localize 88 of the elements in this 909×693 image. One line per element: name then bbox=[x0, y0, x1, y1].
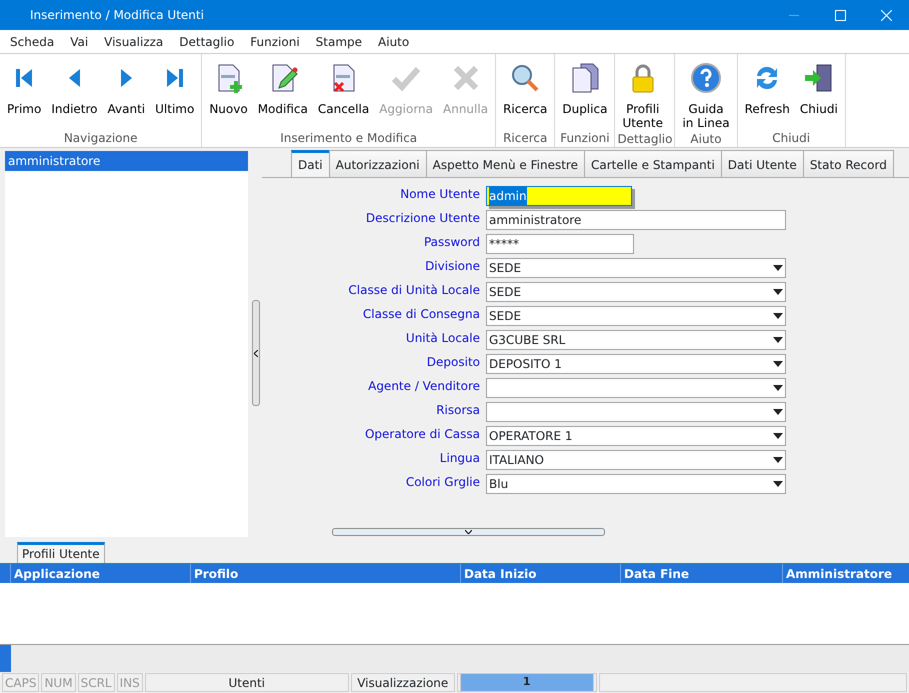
splitter-handle[interactable] bbox=[332, 528, 605, 536]
field-label: Unità Locale bbox=[404, 330, 480, 347]
menu-item[interactable]: Dettaglio bbox=[171, 32, 242, 50]
dropdown[interactable]: SEDE bbox=[486, 306, 786, 326]
toolbar-button[interactable]: Duplica bbox=[557, 54, 612, 129]
field-label: Classe di Consegna bbox=[362, 306, 480, 323]
tab[interactable]: Cartelle e Stampanti bbox=[584, 150, 722, 177]
group-label: Aiuto bbox=[689, 131, 723, 148]
dropdown-arrow-icon bbox=[773, 289, 783, 295]
toolbar-button[interactable]: Chiudi bbox=[794, 54, 843, 129]
tab[interactable]: Dati Utente bbox=[720, 150, 804, 177]
dropdown[interactable]: OPERATORE 1 bbox=[486, 426, 786, 446]
toolbar-button[interactable]: Refresh bbox=[740, 54, 795, 129]
tab[interactable]: Stato Record bbox=[802, 150, 894, 177]
dropdown-arrow-icon bbox=[773, 337, 783, 343]
toolbar-button[interactable]: Ricerca bbox=[498, 54, 552, 129]
dropdown[interactable] bbox=[486, 402, 786, 422]
status-indicator: NUM bbox=[41, 673, 76, 692]
status-indicator: CAPS bbox=[2, 673, 40, 692]
tab[interactable]: Aspetto Menù e Finestre bbox=[426, 150, 585, 177]
close-icon[interactable] bbox=[880, 10, 892, 20]
group-label: Funzioni bbox=[559, 130, 611, 147]
group-label: Ricerca bbox=[502, 130, 548, 147]
last-icon bbox=[166, 69, 183, 87]
previous-icon bbox=[68, 69, 80, 87]
status-text: Visualizzazione bbox=[350, 673, 455, 692]
toolbar-button[interactable]: Avanti bbox=[102, 54, 150, 129]
dropdown[interactable] bbox=[486, 378, 786, 398]
dropdown[interactable]: SEDE bbox=[486, 282, 786, 302]
group-label: Inserimento e Modifica bbox=[279, 130, 418, 147]
field-label: Divisione bbox=[424, 258, 480, 275]
status-indicator: INS bbox=[116, 673, 143, 692]
toolbar-button[interactable]: Primo bbox=[2, 54, 46, 129]
menu-item[interactable]: Funzioni bbox=[242, 32, 308, 50]
field-label: Operatore di Cassa bbox=[364, 426, 480, 443]
status-indicator: SCRL bbox=[78, 673, 115, 692]
window-title: Inserimento / Modifica Utenti bbox=[30, 7, 205, 24]
dropdown[interactable]: Blu bbox=[486, 474, 786, 494]
dropdown-arrow-icon bbox=[773, 481, 783, 487]
text-field[interactable]: admin bbox=[486, 186, 632, 206]
field-label: Agente / Venditore bbox=[367, 378, 480, 395]
dropdown[interactable]: DEPOSITO 1 bbox=[486, 354, 786, 374]
first-icon bbox=[16, 69, 32, 87]
maximize-icon[interactable] bbox=[834, 10, 846, 20]
field-label: Risorsa bbox=[435, 402, 480, 419]
tab[interactable]: Dati bbox=[291, 150, 330, 177]
dropdown-arrow-icon bbox=[773, 265, 783, 271]
dropdown-arrow-icon bbox=[773, 457, 783, 463]
field-label: Password bbox=[422, 234, 480, 251]
field-label: Nome Utente bbox=[399, 186, 480, 203]
tab[interactable]: Autorizzazioni bbox=[328, 150, 427, 177]
menu-item[interactable]: Aiuto bbox=[370, 32, 418, 50]
toolbar-button[interactable]: Ultimo bbox=[150, 54, 200, 129]
toolbar-button[interactable]: Guida in Linea bbox=[677, 54, 735, 130]
menu-item[interactable]: Stampe bbox=[308, 32, 370, 50]
dropdown[interactable]: SEDE bbox=[486, 258, 786, 278]
toolbar-button[interactable]: Profili Utente bbox=[617, 54, 668, 130]
group-label: Chiudi bbox=[771, 130, 812, 147]
status-text: Utenti bbox=[144, 673, 349, 692]
field-label: Deposito bbox=[426, 354, 480, 371]
dropdown-arrow-icon bbox=[773, 409, 783, 415]
field-label: Classe di Unità Locale bbox=[347, 282, 480, 299]
next-icon bbox=[120, 69, 132, 87]
menu-item[interactable]: Visualizza bbox=[96, 32, 172, 50]
tab[interactable]: Profili Utente bbox=[17, 542, 105, 563]
menu-item[interactable]: Vai bbox=[62, 32, 96, 50]
field-label: Descrizione Utente bbox=[364, 210, 480, 227]
dropdown-arrow-icon bbox=[773, 361, 783, 367]
help-icon bbox=[690, 62, 722, 94]
field-label: Lingua bbox=[438, 450, 480, 467]
dropdown[interactable]: G3CUBE SRL bbox=[486, 330, 786, 350]
dropdown-arrow-icon bbox=[773, 385, 783, 391]
dropdown-arrow-icon bbox=[773, 433, 783, 439]
record-counter: 1 bbox=[460, 673, 594, 692]
toolbar-button[interactable]: Modifica bbox=[252, 54, 313, 129]
toolbar-button[interactable]: Cancella bbox=[312, 54, 374, 129]
menu-item[interactable]: Scheda bbox=[2, 32, 62, 50]
field-label: Colori Grglie bbox=[404, 474, 480, 491]
splitter-handle[interactable] bbox=[252, 300, 260, 406]
text-field[interactable]: amministratore bbox=[486, 210, 786, 230]
dropdown-arrow-icon bbox=[773, 313, 783, 319]
group-label: Dettaglio bbox=[617, 131, 672, 148]
dropdown[interactable]: ITALIANO bbox=[486, 450, 786, 470]
group-label: Navigazione bbox=[62, 130, 139, 147]
list-item[interactable]: amministratore bbox=[5, 151, 248, 171]
toolbar-button[interactable]: Indietro bbox=[46, 54, 103, 129]
toolbar-button[interactable]: Nuovo bbox=[204, 54, 253, 129]
password-field[interactable]: ***** bbox=[486, 234, 634, 254]
